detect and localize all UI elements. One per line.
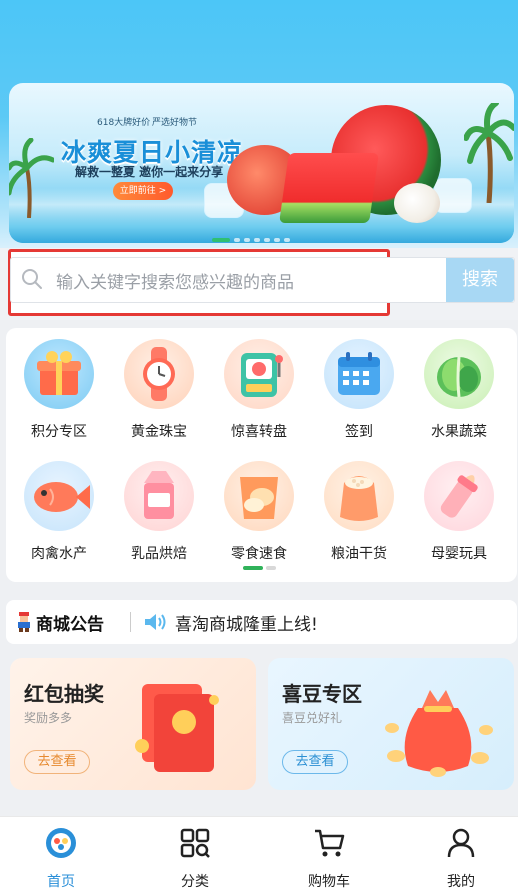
search-icon <box>22 269 42 289</box>
category-grid-icon <box>180 828 210 858</box>
banner-dot <box>264 238 270 242</box>
announcement-title: 商城公告 <box>36 615 104 635</box>
search-button[interactable]: 搜索 <box>446 258 514 302</box>
promo-view-button[interactable]: 去查看 <box>282 750 348 774</box>
snack-bag-icon <box>224 461 294 531</box>
tab-profile[interactable]: 我的 <box>416 827 506 890</box>
category-item-dairy[interactable]: 乳品烘焙 <box>109 461 209 563</box>
watch-icon <box>124 339 194 409</box>
category-label: 零食速食 <box>231 546 287 562</box>
banner-tag-left: 618大牌好价 <box>97 118 151 128</box>
category-label: 惊喜转盘 <box>231 424 287 440</box>
bottom-tab-bar: 首页 分类 购物车 我的 <box>0 816 518 890</box>
promo-banner[interactable]: 618大牌好价 严选好物节 冰爽夏日小清凉 解救一整夏 邀你一起来分享 立即前往… <box>9 83 514 243</box>
category-item-baby[interactable]: 母婴玩具 <box>409 461 509 563</box>
category-item-snacks[interactable]: 零食速食 <box>209 461 309 563</box>
promo-card-beans[interactable]: 喜豆专区 喜豆兑好礼 去查看 <box>268 658 514 790</box>
category-item-grain[interactable]: 粮油干货 <box>309 461 409 563</box>
announcement-divider <box>130 612 131 632</box>
announcement-bar[interactable]: 商城公告 喜淘商城隆重上线! <box>6 600 517 644</box>
category-item-fruit[interactable]: 水果蔬菜 <box>409 339 509 441</box>
promo-view-button[interactable]: 去查看 <box>24 750 90 774</box>
user-icon <box>447 828 475 858</box>
fish-icon <box>24 461 94 531</box>
tab-label: 购物车 <box>308 874 350 890</box>
palm-tree-icon <box>9 138 54 218</box>
promo-title: 红包抽奖 <box>24 682 104 706</box>
category-label: 粮油干货 <box>331 546 387 562</box>
baby-bottle-icon <box>424 461 494 531</box>
tab-label: 分类 <box>181 874 209 890</box>
promo-card-red-envelope[interactable]: 红包抽奖 奖励多多 去查看 <box>10 658 256 790</box>
category-label: 肉禽水产 <box>31 546 87 562</box>
watermelon-slice-image <box>279 153 379 223</box>
red-envelope-icon <box>135 684 219 772</box>
banner-subtitle: 解救一整夏 邀你一起来分享 <box>75 165 224 179</box>
banner-tag-right: 严选好物节 <box>152 118 198 128</box>
category-item-wheel[interactable]: 惊喜转盘 <box>209 339 309 441</box>
banner-dot <box>244 238 250 242</box>
category-label: 黄金珠宝 <box>131 424 187 440</box>
category-item-meat[interactable]: 肉禽水产 <box>9 461 109 563</box>
cabbage-icon <box>424 339 494 409</box>
banner-dot <box>234 238 240 242</box>
lucky-bag-icon <box>385 690 493 777</box>
category-label: 母婴玩具 <box>431 546 487 562</box>
palm-tree-icon <box>464 103 514 203</box>
promo-subtitle: 喜豆兑好礼 <box>282 711 343 725</box>
category-label: 积分专区 <box>31 424 87 440</box>
promo-title: 喜豆专区 <box>282 682 362 706</box>
milk-carton-icon <box>124 461 194 531</box>
tab-cart[interactable]: 购物车 <box>284 827 374 890</box>
calendar-icon <box>324 339 394 409</box>
category-item-checkin[interactable]: 签到 <box>309 339 409 441</box>
tab-label: 我的 <box>447 874 475 890</box>
search-placeholder: 输入关键字搜索您感兴趣的商品 <box>56 273 294 293</box>
slot-machine-icon <box>224 339 294 409</box>
banner-dot <box>274 238 280 242</box>
mascot-icon <box>18 612 30 632</box>
category-item-points[interactable]: 积分专区 <box>9 339 109 441</box>
lychee-image <box>394 183 440 223</box>
promo-subtitle: 奖励多多 <box>24 711 73 725</box>
category-label: 水果蔬菜 <box>431 424 487 440</box>
announcement-text: 喜淘商城隆重上线! <box>175 615 318 635</box>
banner-dot <box>284 238 290 242</box>
tab-home[interactable]: 首页 <box>16 827 106 890</box>
banner-go-button[interactable]: 立即前往 > <box>113 182 173 200</box>
category-label: 乳品烘焙 <box>131 546 187 562</box>
category-pagination <box>243 566 276 570</box>
tab-label: 首页 <box>47 874 75 890</box>
banner-dot-active <box>212 238 230 242</box>
category-label: 签到 <box>345 424 373 440</box>
tab-category[interactable]: 分类 <box>150 827 240 890</box>
banner-dot <box>254 238 260 242</box>
pager-dot-active <box>243 566 263 570</box>
banner-pagination <box>212 238 290 242</box>
category-item-gold[interactable]: 黄金珠宝 <box>109 339 209 441</box>
pager-dot <box>266 566 276 570</box>
speaker-icon <box>145 614 166 630</box>
cart-icon <box>315 829 345 857</box>
gift-box-icon <box>24 339 94 409</box>
home-icon <box>46 828 76 858</box>
rice-sack-icon <box>324 461 394 531</box>
